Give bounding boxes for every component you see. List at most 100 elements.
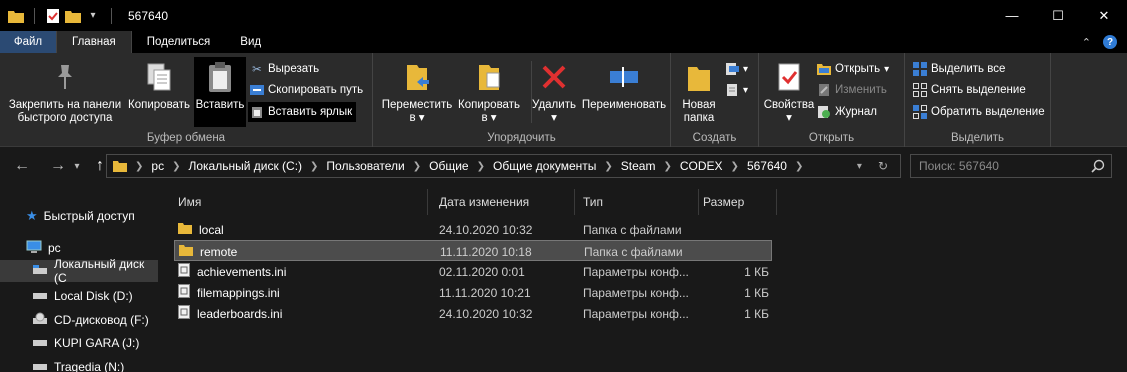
breadcrumb-567640[interactable]: 567640 — [747, 159, 787, 173]
breadcrumb-users[interactable]: Пользователи — [326, 159, 404, 173]
chevron-right-icon[interactable]: ❯ — [172, 161, 180, 172]
copy-to-button[interactable]: Копировать в ▾ — [453, 59, 525, 125]
chevron-right-icon[interactable]: ❯ — [731, 161, 739, 172]
chevron-right-icon[interactable]: ❯ — [413, 161, 421, 172]
easy-access-button[interactable]: ▾ — [725, 80, 748, 100]
search-icon — [1091, 159, 1105, 176]
refresh-icon[interactable]: ↻ — [878, 159, 888, 173]
chevron-right-icon[interactable]: ❯ — [477, 161, 485, 172]
column-header-name[interactable]: Имя — [170, 189, 428, 215]
customize-toolbar-icon[interactable]: ▾ — [85, 8, 101, 24]
nav-item-local-disk-d[interactable]: Local Disk (D:) — [32, 285, 133, 307]
breadcrumb-pc[interactable]: pc — [151, 159, 164, 173]
forward-button[interactable]: → — [46, 154, 70, 178]
copy-to-icon — [472, 59, 506, 95]
table-row[interactable]: achievements.ini 02.11.2020 0:01 Парамет… — [174, 261, 772, 282]
copy-path-button[interactable]: Скопировать путь — [250, 80, 363, 100]
breadcrumb-public-documents[interactable]: Общие документы — [493, 159, 596, 173]
select-all-button[interactable]: Выделить все — [913, 59, 1005, 79]
maximize-button[interactable]: ☐ — [1035, 0, 1081, 31]
table-row[interactable]: local 24.10.2020 10:32 Папка с файлами — [174, 219, 772, 240]
nav-item-quick-access[interactable]: ★ Быстрый доступ — [26, 205, 135, 227]
file-date: 02.11.2020 0:01 — [439, 264, 525, 279]
rename-button[interactable]: Переименовать — [579, 59, 669, 112]
collapse-ribbon-icon[interactable]: ⌃ — [1082, 36, 1091, 49]
divider — [531, 61, 532, 123]
drive-icon — [32, 336, 48, 351]
chevron-right-icon[interactable]: ❯ — [604, 161, 612, 172]
table-row[interactable]: leaderboards.ini 24.10.2020 10:32 Параме… — [174, 303, 772, 324]
new-group-label: Создать — [692, 132, 737, 144]
open-button[interactable]: Открыть ▾ — [817, 59, 889, 79]
column-header-type[interactable]: Тип — [575, 189, 699, 215]
folder-icon — [8, 8, 24, 24]
nav-item-pc[interactable]: pc — [26, 237, 61, 259]
select-group-label: Выделить — [950, 132, 1005, 144]
cut-button[interactable]: ✂ Вырезать — [250, 59, 319, 79]
chevron-right-icon[interactable]: ❯ — [663, 161, 671, 172]
chevron-right-icon: ❯ — [135, 160, 144, 172]
edit-button[interactable]: Изменить — [817, 80, 887, 100]
address-bar[interactable]: ❯ pc ❯ Локальный диск (C:) ❯ Пользователи ❯… — [106, 154, 901, 178]
history-button[interactable]: Журнал — [817, 102, 877, 122]
recent-locations-button[interactable]: ▾ — [70, 154, 84, 178]
file-size: 1 КБ — [744, 285, 769, 300]
file-date: 24.10.2020 10:32 — [439, 306, 533, 321]
column-header-size[interactable]: Размер — [695, 189, 777, 215]
column-header-date[interactable]: Дата изменения — [431, 189, 575, 215]
select-all-icon — [913, 62, 927, 76]
breadcrumb-codex[interactable]: CODEX — [680, 159, 723, 173]
new-item-button[interactable]: ▾ — [725, 59, 748, 79]
nav-item-local-disk-c[interactable]: Локальный диск (C — [0, 257, 158, 285]
minimize-button[interactable]: — — [989, 0, 1035, 31]
help-icon[interactable]: ? — [1103, 35, 1117, 49]
invert-selection-button[interactable]: Обратить выделение — [913, 102, 1045, 122]
tab-share[interactable]: Поделиться — [132, 31, 226, 53]
breadcrumb-public[interactable]: Общие — [429, 159, 468, 173]
new-folder-icon[interactable] — [65, 8, 81, 24]
table-row[interactable]: filemappings.ini 11.11.2020 10:21 Параме… — [174, 282, 772, 303]
delete-icon — [537, 59, 571, 95]
back-button[interactable]: ← — [10, 154, 34, 178]
file-size — [693, 219, 769, 240]
drive-icon — [32, 289, 48, 304]
tab-file[interactable]: Файл — [0, 31, 56, 53]
chevron-right-icon[interactable]: ❯ — [795, 161, 803, 172]
open-label: Открыть — [835, 63, 881, 75]
tab-view[interactable]: Вид — [225, 31, 276, 53]
nav-item-cd-drive-f[interactable]: CD-дисковод (F:) — [32, 309, 149, 331]
new-folder-button[interactable]: Новая папка — [677, 59, 721, 125]
column-header-label: Размер — [703, 195, 745, 209]
file-type: Папка с файлами — [584, 244, 683, 259]
file-size: 1 КБ — [744, 264, 769, 279]
chevron-right-icon[interactable]: ❯ — [310, 161, 318, 172]
close-button[interactable]: ✕ — [1081, 0, 1127, 31]
file-name: remote — [200, 244, 238, 259]
drive-icon — [32, 264, 48, 279]
paste-button[interactable]: Вставить — [194, 57, 246, 127]
breadcrumb-local-disk-c[interactable]: Локальный диск (C:) — [188, 159, 302, 173]
move-to-icon — [400, 59, 434, 95]
table-row[interactable]: remote 11.11.2020 10:18 Папка с файлами — [174, 240, 772, 261]
delete-button[interactable]: Удалить ▾ — [532, 59, 576, 125]
search-input[interactable]: Поиск: 567640 — [910, 154, 1112, 178]
select-none-button[interactable]: Снять выделение — [913, 80, 1026, 100]
open-dropdown-icon: ▾ — [884, 63, 890, 75]
nav-item-label: Локальный диск (C — [54, 257, 145, 285]
properties-button[interactable]: Свойства ▾ — [763, 59, 815, 125]
copy-button[interactable]: Копировать — [126, 59, 192, 112]
navigation-pane: ★ Быстрый доступ pc Локальный диск (C Lo… — [0, 184, 160, 372]
nav-item-tragedia-n[interactable]: Tragedia (N:) — [32, 356, 124, 372]
paste-shortcut-button[interactable]: Вставить ярлык — [248, 102, 357, 122]
move-to-button[interactable]: Переместить в ▾ — [379, 59, 455, 125]
open-group-label: Открыть — [808, 132, 855, 144]
invert-selection-label: Обратить выделение — [931, 106, 1045, 118]
file-type: Параметры конф... — [583, 285, 689, 300]
address-dropdown-icon[interactable]: ▾ — [857, 161, 862, 172]
nav-item-kupi-gara-j[interactable]: KUPI GARA (J:) — [32, 332, 139, 354]
properties-icon[interactable] — [45, 8, 61, 24]
breadcrumb-steam[interactable]: Steam — [621, 159, 656, 173]
tab-home[interactable]: Главная — [56, 31, 132, 53]
pin-to-quick-access-button[interactable]: Закрепить на панели быстрого доступа — [6, 59, 124, 125]
new-folder-label-2: папка — [683, 112, 715, 124]
